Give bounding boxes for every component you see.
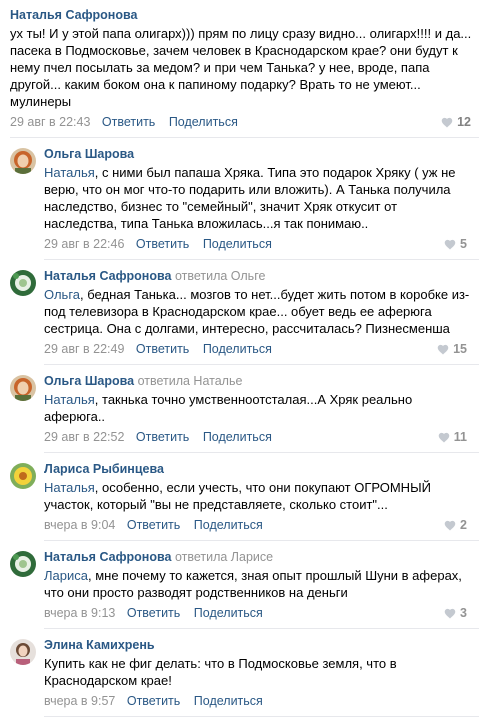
comment-meta: вчера в 9:13 Ответить Поделиться 3 [44,604,479,622]
reply-button[interactable]: Ответить [136,342,189,356]
comment-header: Ольга Шарова ответила Наталье [44,373,479,390]
like-count: 3 [460,606,467,620]
like-count: 11 [453,430,467,444]
comment-body: Купить как не фиг делать: что в Подмоско… [44,656,397,688]
comment-text: Наталья, такнька точно умственноотсталая… [44,391,479,425]
reply-button[interactable]: Ответить [127,694,180,708]
like-count: 2 [460,518,467,532]
comment-text: Ольга, бедная Танька... мозгов то нет...… [44,286,479,337]
comment-author[interactable]: Наталья Сафронова [44,550,171,564]
comment-date[interactable]: 29 авг в 22:46 [44,237,124,251]
comment-meta: 29 авг в 22:46 Ответить Поделиться 5 [44,235,479,253]
reply-button[interactable]: Ответить [127,606,180,620]
share-button[interactable]: Поделиться [194,606,263,620]
comment-meta: 29 авг в 22:43 Ответить Поделиться 12 [10,113,479,131]
heart-icon [437,344,449,355]
mention-link[interactable]: Лариса [44,568,88,583]
like-button[interactable]: 12 [441,113,471,131]
comment-meta: 29 авг в 22:49 Ответить Поделиться 15 [44,340,479,358]
like-button[interactable]: 5 [444,235,467,253]
mention-link[interactable]: Наталья [44,480,95,495]
reply-comment: Наталья Сафронова ответила Ларисе Лариса… [0,541,489,629]
orange-haired-woman-avatar[interactable] [10,148,36,174]
like-button[interactable]: 2 [444,516,467,534]
heart-icon [444,608,456,619]
comment-thread: Наталья Сафронова ух ты! И у этой папа о… [0,0,489,717]
root-comment: Наталья Сафронова ух ты! И у этой папа о… [0,0,489,138]
heart-icon [444,520,456,531]
comment-author[interactable]: Наталья Сафронова [10,6,479,24]
heart-icon [438,432,450,443]
reply-button[interactable]: Ответить [127,518,180,532]
comment-body: , с ними был папаша Хряка. Типа это пода… [44,165,456,231]
comment-header: Элина Камихрень [44,637,479,654]
replied-to: ответила Наталье [137,374,243,388]
mention-link[interactable]: Наталья [44,165,95,180]
comment-date[interactable]: 29 авг в 22:43 [10,115,90,129]
reply-comment: Наталья Сафронова ответила Ольге Ольга, … [0,260,489,365]
share-button[interactable]: Поделиться [194,518,263,532]
share-button[interactable]: Поделиться [194,694,263,708]
comment-author[interactable]: Наталья Сафронова [44,269,171,283]
heart-icon [441,117,453,128]
comment-date[interactable]: вчера в 9:04 [44,518,115,532]
comment-body: , бедная Танька... мозгов то нет...будет… [44,287,470,336]
replies-list: Ольга Шарова Наталья, с ними был папаша … [0,138,489,717]
comment-date[interactable]: вчера в 9:57 [44,694,115,708]
like-count: 15 [453,342,467,356]
replied-to: ответила Ларисе [174,550,274,564]
reply-comment: Ольга Шарова ответила Наталье Наталья, т… [0,365,489,453]
comment-header: Лариса Рыбинцева [44,461,479,478]
comment-meta: вчера в 9:04 Ответить Поделиться 2 [44,516,479,534]
comment-meta: 29 авг в 22:52 Ответить Поделиться 11 [44,428,479,446]
comment-header: Ольга Шарова [44,146,479,163]
comment-date[interactable]: 29 авг в 22:52 [44,430,124,444]
reply-button[interactable]: Ответить [136,430,189,444]
comment-text: Лариса, мне почему то кажется, зная опыт… [44,567,479,601]
green-flower-avatar[interactable] [10,270,36,296]
like-button[interactable]: 15 [437,340,467,358]
reply-comment: Лариса Рыбинцева Наталья, особенно, если… [0,453,489,541]
comment-text: Наталья, с ними был папаша Хряка. Типа э… [44,164,479,232]
replied-to: ответила Ольге [174,269,266,283]
comment-text: ух ты! И у этой папа олигарх))) прям по … [10,26,472,109]
comment-author[interactable]: Элина Камихрень [44,638,155,652]
comment-date[interactable]: 29 авг в 22:49 [44,342,124,356]
comment-body: , такнька точно умственноотсталая...А Хр… [44,392,413,424]
orange-haired-woman-avatar[interactable] [10,375,36,401]
mention-link[interactable]: Ольга [44,287,80,302]
reply-button[interactable]: Ответить [136,237,189,251]
share-button[interactable]: Поделиться [203,342,272,356]
like-count: 12 [457,115,471,129]
comment-body: , особенно, если учесть, что они покупаю… [44,480,431,512]
like-button[interactable]: 3 [444,604,467,622]
heart-icon [444,239,456,250]
mention-link[interactable]: Наталья [44,392,95,407]
like-count: 5 [460,237,467,251]
green-flower-avatar[interactable] [10,551,36,577]
yellow-flower-avatar[interactable] [10,463,36,489]
comment-meta: вчера в 9:57 Ответить Поделиться [44,692,479,710]
comment-author[interactable]: Лариса Рыбинцева [44,462,164,476]
comment-author[interactable]: Ольга Шарова [44,374,134,388]
comment-author[interactable]: Ольга Шарова [44,147,134,161]
woman-portrait-avatar[interactable] [10,639,36,665]
comment-header: Наталья Сафронова ответила Ольге [44,268,479,285]
share-button[interactable]: Поделиться [203,237,272,251]
comment-header: Наталья Сафронова ответила Ларисе [44,549,479,566]
comment-text: Наталья, особенно, если учесть, что они … [44,479,479,513]
share-button[interactable]: Поделиться [203,430,272,444]
comment-text: Купить как не фиг делать: что в Подмоско… [44,655,479,689]
comment-body: , мне почему то кажется, зная опыт прошл… [44,568,462,600]
reply-comment: Элина Камихрень Купить как не фиг делать… [0,629,489,717]
like-button[interactable]: 11 [438,428,467,446]
reply-comment: Ольга Шарова Наталья, с ними был папаша … [0,138,489,260]
comment-date[interactable]: вчера в 9:13 [44,606,115,620]
reply-button[interactable]: Ответить [102,115,155,129]
share-button[interactable]: Поделиться [169,115,238,129]
